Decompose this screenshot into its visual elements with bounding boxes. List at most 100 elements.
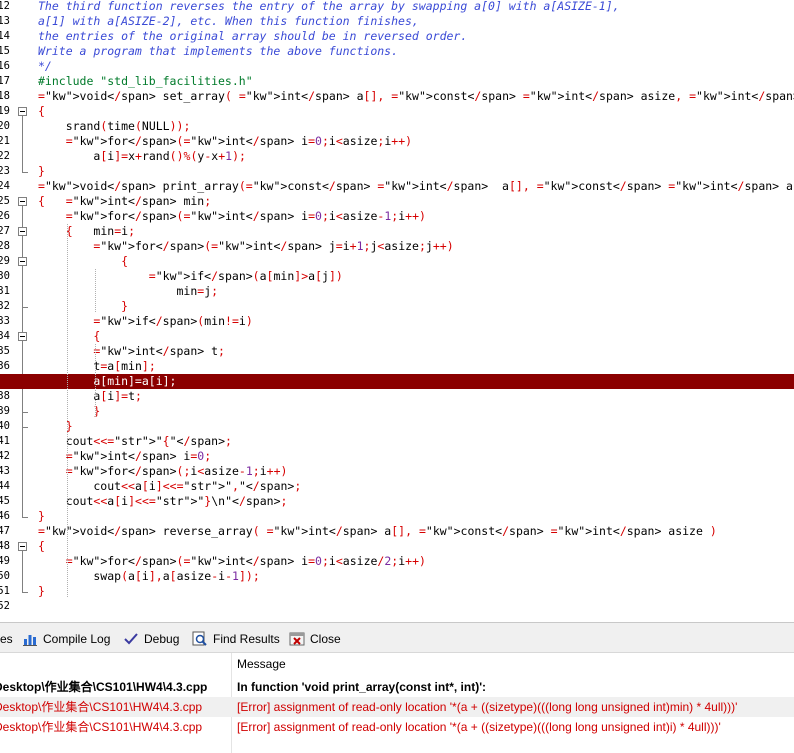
message-row[interactable]: Desktop\作业集合\CS101\HW4\4.3.cpp [Error] as…: [0, 697, 794, 717]
line-number: 50: [0, 570, 10, 582]
line-number: 47: [0, 525, 10, 537]
code-line[interactable]: { ="kw">int</span> min;: [38, 194, 794, 209]
code-line[interactable]: the entries of the original array should…: [38, 29, 794, 44]
code-line[interactable]: ="kw">if</span>(min!=i): [38, 314, 794, 329]
code-line[interactable]: ="kw">if</span>(a[min]>a[j]): [38, 269, 794, 284]
code-line[interactable]: }: [38, 509, 794, 524]
line-number: 20: [0, 120, 10, 132]
code-line[interactable]: #include "std_lib_facilities.h": [38, 74, 794, 89]
line-number: 42: [0, 450, 10, 462]
fold-range-end: [22, 517, 28, 518]
line-number: 23: [0, 165, 10, 177]
code-line[interactable]: t=a[min];: [38, 359, 794, 374]
code-line[interactable]: cout<<a[i]<<="str">"}\n"</span>;: [38, 494, 794, 509]
code-line[interactable]: ="kw">for</span>(;i<asize-1;i++): [38, 464, 794, 479]
message-file: Desktop\作业集合\CS101\HW4\4.3.cpp: [0, 680, 208, 694]
line-number: 29: [0, 255, 10, 267]
indent-guide: [95, 269, 96, 312]
line-number: 30: [0, 270, 10, 282]
line-number: 36: [0, 360, 10, 372]
line-number-gutter: 12 13 14 15 16 17 18 19 20 21 22 23 24 25 26 27 28 29 30 31…: [0, 0, 16, 622]
line-number: 17: [0, 75, 10, 87]
tab-find-results[interactable]: Find Results: [192, 629, 280, 649]
code-line[interactable]: ="kw">for</span>(="kw">int</span> i=0;i<…: [38, 209, 794, 224]
fold-range-end: [22, 427, 28, 428]
code-line[interactable]: ="kw">for</span>(="kw">int</span> j=i+1;…: [38, 239, 794, 254]
code-line[interactable]: {: [38, 539, 794, 554]
code-line[interactable]: cout<<="str">"{"</span>;: [38, 434, 794, 449]
fold-range-end: [22, 307, 28, 308]
code-line[interactable]: ="kw">for</span>(="kw">int</span> i=0;i<…: [38, 554, 794, 569]
code-line[interactable]: ="kw">void</span> print_array(="kw">cons…: [38, 179, 794, 194]
code-line[interactable]: swap(a[i],a[asize-i-1]);: [38, 569, 794, 584]
fold-margin[interactable]: [16, 0, 36, 622]
code-line[interactable]: {: [38, 104, 794, 119]
code-line[interactable]: }: [38, 584, 794, 599]
line-number: 28: [0, 240, 10, 252]
message-row[interactable]: Desktop\作业集合\CS101\HW4\4.3.cpp In functio…: [0, 677, 794, 697]
indent-guide: [95, 344, 96, 417]
fold-range-line: [22, 116, 23, 172]
code-line[interactable]: ="kw">int</span> t;: [38, 344, 794, 359]
code-line[interactable]: }: [38, 164, 794, 179]
code-line[interactable]: }: [38, 299, 794, 314]
line-number: 34: [0, 330, 10, 342]
code-line[interactable]: Write a program that implements the abov…: [38, 44, 794, 59]
line-number: 14: [0, 30, 10, 42]
fold-range-line: [22, 551, 23, 592]
line-number: 25: [0, 195, 10, 207]
tab-close[interactable]: Close: [289, 629, 341, 649]
code-line[interactable]: ="kw">void</span> reverse_array( ="kw">i…: [38, 524, 794, 539]
line-number: 21: [0, 135, 10, 147]
line-number: 19: [0, 105, 10, 117]
code-line[interactable]: min=j;: [38, 284, 794, 299]
fold-toggle-icon[interactable]: [18, 197, 27, 206]
code-line[interactable]: */: [38, 59, 794, 74]
line-number: 33: [0, 315, 10, 327]
fold-toggle-icon[interactable]: [18, 542, 27, 551]
fold-toggle-icon[interactable]: [18, 257, 27, 266]
tab-compile-log[interactable]: Compile Log: [22, 629, 110, 649]
code-line-error-highlight[interactable]: a[min]=a[i];: [0, 374, 794, 389]
line-number: 32: [0, 300, 10, 312]
code-line[interactable]: ="kw">void</span> set_array( ="kw">int</…: [38, 89, 794, 104]
fold-toggle-icon[interactable]: [18, 227, 27, 236]
code-line[interactable]: ="kw">for</span>(="kw">int</span> i=0;i<…: [38, 134, 794, 149]
message-row[interactable]: Desktop\作业集合\CS101\HW4\4.3.cpp [Error] as…: [0, 717, 794, 737]
line-number: 13: [0, 15, 10, 27]
code-line[interactable]: cout<<a[i]<<="str">","</span>;: [38, 479, 794, 494]
tab-resources-label: es: [0, 632, 13, 646]
code-area[interactable]: The third function reverses the entry of…: [0, 0, 794, 622]
code-line[interactable]: }: [38, 404, 794, 419]
code-line[interactable]: { min=i;: [38, 224, 794, 239]
line-number: 52: [0, 600, 10, 612]
code-editor[interactable]: 12 13 14 15 16 17 18 19 20 21 22 23 24 25 26 27 28 29 30 31…: [0, 0, 794, 622]
tab-debug[interactable]: Debug: [123, 629, 179, 649]
line-number: 22: [0, 150, 10, 162]
message-column-header[interactable]: Message: [237, 653, 286, 675]
message-text: In function 'void print_array(const int*…: [237, 680, 487, 694]
line-number: 26: [0, 210, 10, 222]
code-line[interactable]: The third function reverses the entry of…: [38, 0, 794, 14]
tab-resources[interactable]: es: [0, 629, 13, 649]
fold-range-end: [22, 592, 28, 593]
indent-guide: [67, 254, 68, 447]
code-line[interactable]: a[i]=x+rand()%(y-x+1);: [38, 149, 794, 164]
code-line[interactable]: a[i]=t;: [38, 389, 794, 404]
code-line[interactable]: [38, 599, 794, 614]
line-number: 38: [0, 390, 10, 402]
fold-toggle-icon[interactable]: [18, 332, 27, 341]
code-line[interactable]: ="kw">int</span> i=0;: [38, 449, 794, 464]
compiler-messages-panel[interactable]: Message Desktop\作业集合\CS101\HW4\4.3.cpp In…: [0, 653, 794, 753]
fold-toggle-icon[interactable]: [18, 107, 27, 116]
code-line[interactable]: srand(time(NULL));: [38, 119, 794, 134]
code-line[interactable]: }: [38, 419, 794, 434]
message-file: Desktop\作业集合\CS101\HW4\4.3.cpp: [0, 700, 203, 714]
fold-range-end: [22, 412, 28, 413]
code-line[interactable]: {: [38, 329, 794, 344]
line-number: 46: [0, 510, 10, 522]
code-line[interactable]: a[1] with a[ASIZE-2], etc. When this fun…: [38, 14, 794, 29]
line-number: 41: [0, 435, 10, 447]
code-line[interactable]: {: [38, 254, 794, 269]
tab-close-label: Close: [310, 632, 341, 646]
